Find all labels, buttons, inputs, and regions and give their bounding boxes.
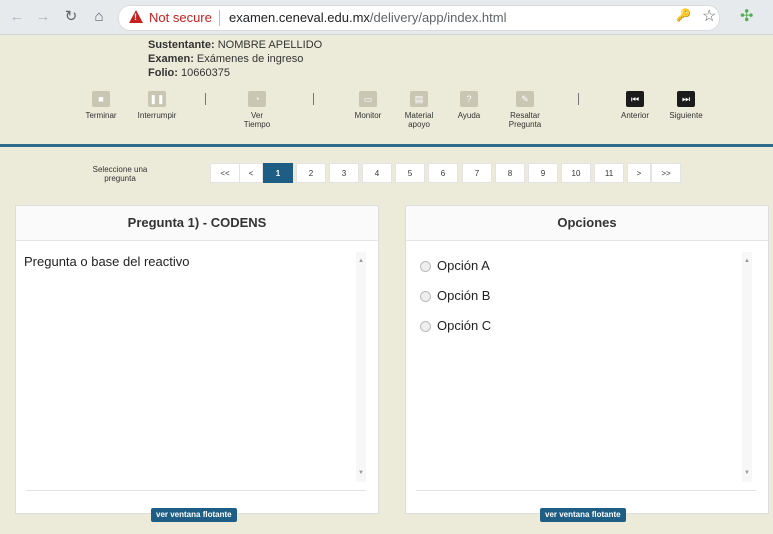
pager-page-3[interactable]: 3 (329, 163, 359, 183)
radio-icon[interactable] (420, 321, 431, 333)
ayuda-button[interactable]: ? Ayuda (454, 91, 484, 120)
home-icon[interactable]: ⌂ (90, 7, 108, 27)
siguiente-button[interactable]: ⏭ Siguiente (666, 91, 706, 120)
scroll-down-icon[interactable]: ▼ (358, 470, 364, 476)
material-apoyo-button[interactable]: ▤ Material apoyo (401, 91, 437, 129)
question-text: Pregunta o base del reactivo (24, 254, 190, 269)
address-bar[interactable]: ! Not secure examen.ceneval.edu.mx/deliv… (118, 5, 720, 31)
toolbar-divider (205, 93, 206, 105)
pager-page-9[interactable]: 9 (528, 163, 558, 183)
resaltar-pregunta-button[interactable]: ✎ Resaltar Pregunta (505, 91, 545, 129)
reload-icon[interactable]: ↻ (62, 7, 80, 27)
radio-icon[interactable] (420, 261, 431, 273)
examen-row: Examen: Exámenes de ingreso (148, 53, 304, 65)
anterior-button[interactable]: ⏮ Anterior (616, 91, 654, 120)
radio-icon[interactable] (420, 291, 431, 303)
key-icon[interactable]: 🔑 (676, 8, 691, 22)
pager-first[interactable]: << (210, 163, 240, 183)
toolbar-divider (313, 93, 314, 105)
url-text[interactable]: examen.ceneval.edu.mx/delivery/app/index… (229, 10, 507, 25)
pager-page-11[interactable]: 11 (594, 163, 624, 183)
question-title: Pregunta 1) - CODENS (16, 206, 378, 241)
options-title: Opciones (406, 206, 768, 241)
panel-divider (26, 490, 366, 491)
browser-toolbar: ← → ↻ ⌂ ! Not secure examen.ceneval.edu.… (0, 0, 773, 35)
question-float-window-button[interactable]: ver ventana flotante (151, 508, 237, 522)
exam-info: Sustentante: NOMBRE APELLIDO Examen: Exá… (148, 38, 322, 80)
options-panel: Opciones Opción A Opción B Opción C ▲ ▼ (405, 205, 769, 514)
pager-page-2[interactable]: 2 (296, 163, 326, 183)
exam-header: Sustentante: NOMBRE APELLIDO Examen: Exá… (0, 35, 773, 145)
option-c[interactable]: Opción C (420, 318, 491, 333)
document-icon: ▤ (410, 91, 428, 107)
toolbar-divider (578, 93, 579, 105)
terminar-button[interactable]: ■ Terminar (84, 91, 118, 120)
option-b[interactable]: Opción B (420, 288, 490, 303)
highlight-icon: ✎ (516, 91, 534, 107)
previous-icon: ⏮ (626, 91, 644, 107)
url-path: /delivery/app/index.html (369, 10, 507, 25)
help-icon: ? (460, 91, 478, 107)
extension-icon[interactable]: ✣ (740, 6, 753, 26)
pager-page-5[interactable]: 5 (395, 163, 425, 183)
stop-icon: ■ (92, 91, 110, 107)
options-scrollbar[interactable]: ▲ ▼ (742, 252, 752, 482)
pager-next[interactable]: > (627, 163, 651, 183)
pager-label: Seleccione una pregunta (92, 165, 148, 183)
ver-tiempo-button[interactable]: ◔ Ver Tiempo (242, 91, 272, 129)
pager-page-10[interactable]: 10 (561, 163, 591, 183)
question-pager: Seleccione una pregunta << < 1 2 3 4 5 6… (0, 147, 773, 197)
pager-prev[interactable]: < (239, 163, 263, 183)
scroll-up-icon[interactable]: ▲ (744, 258, 750, 264)
pager-page-6[interactable]: 6 (428, 163, 458, 183)
star-icon[interactable]: ☆ (702, 6, 716, 26)
option-a[interactable]: Opción A (420, 258, 490, 273)
pager-last[interactable]: >> (651, 163, 681, 183)
monitor-button[interactable]: ▭ Monitor (350, 91, 386, 120)
url-host: examen.ceneval.edu.mx (229, 10, 370, 25)
pager-page-8[interactable]: 8 (495, 163, 525, 183)
pause-icon: ❚❚ (148, 91, 166, 107)
scroll-up-icon[interactable]: ▲ (358, 258, 364, 264)
pager-page-4[interactable]: 4 (362, 163, 392, 183)
warning-icon-mark: ! (134, 12, 137, 22)
question-panel: Pregunta 1) - CODENS Pregunta o base del… (15, 205, 379, 514)
pager-page-7[interactable]: 7 (462, 163, 492, 183)
back-arrow-icon[interactable]: ← (8, 7, 26, 27)
interrumpir-button[interactable]: ❚❚ Interrumpir (132, 91, 182, 120)
clock-icon: ◔ (248, 91, 266, 107)
folio-row: Folio: 10660375 (148, 67, 230, 79)
content-area: Pregunta 1) - CODENS Pregunta o base del… (0, 197, 773, 534)
panel-divider (416, 490, 756, 491)
next-icon: ⏭ (677, 91, 695, 107)
options-float-window-button[interactable]: ver ventana flotante (540, 508, 626, 522)
omnibox-divider (219, 10, 220, 26)
monitor-icon: ▭ (359, 91, 377, 107)
scroll-down-icon[interactable]: ▼ (744, 470, 750, 476)
pager-page-1[interactable]: 1 (263, 163, 293, 183)
question-scrollbar[interactable]: ▲ ▼ (356, 252, 366, 482)
security-status[interactable]: Not secure (149, 10, 212, 25)
forward-arrow-icon[interactable]: → (34, 7, 52, 27)
sustentante-row: Sustentante: NOMBRE APELLIDO (148, 39, 323, 51)
